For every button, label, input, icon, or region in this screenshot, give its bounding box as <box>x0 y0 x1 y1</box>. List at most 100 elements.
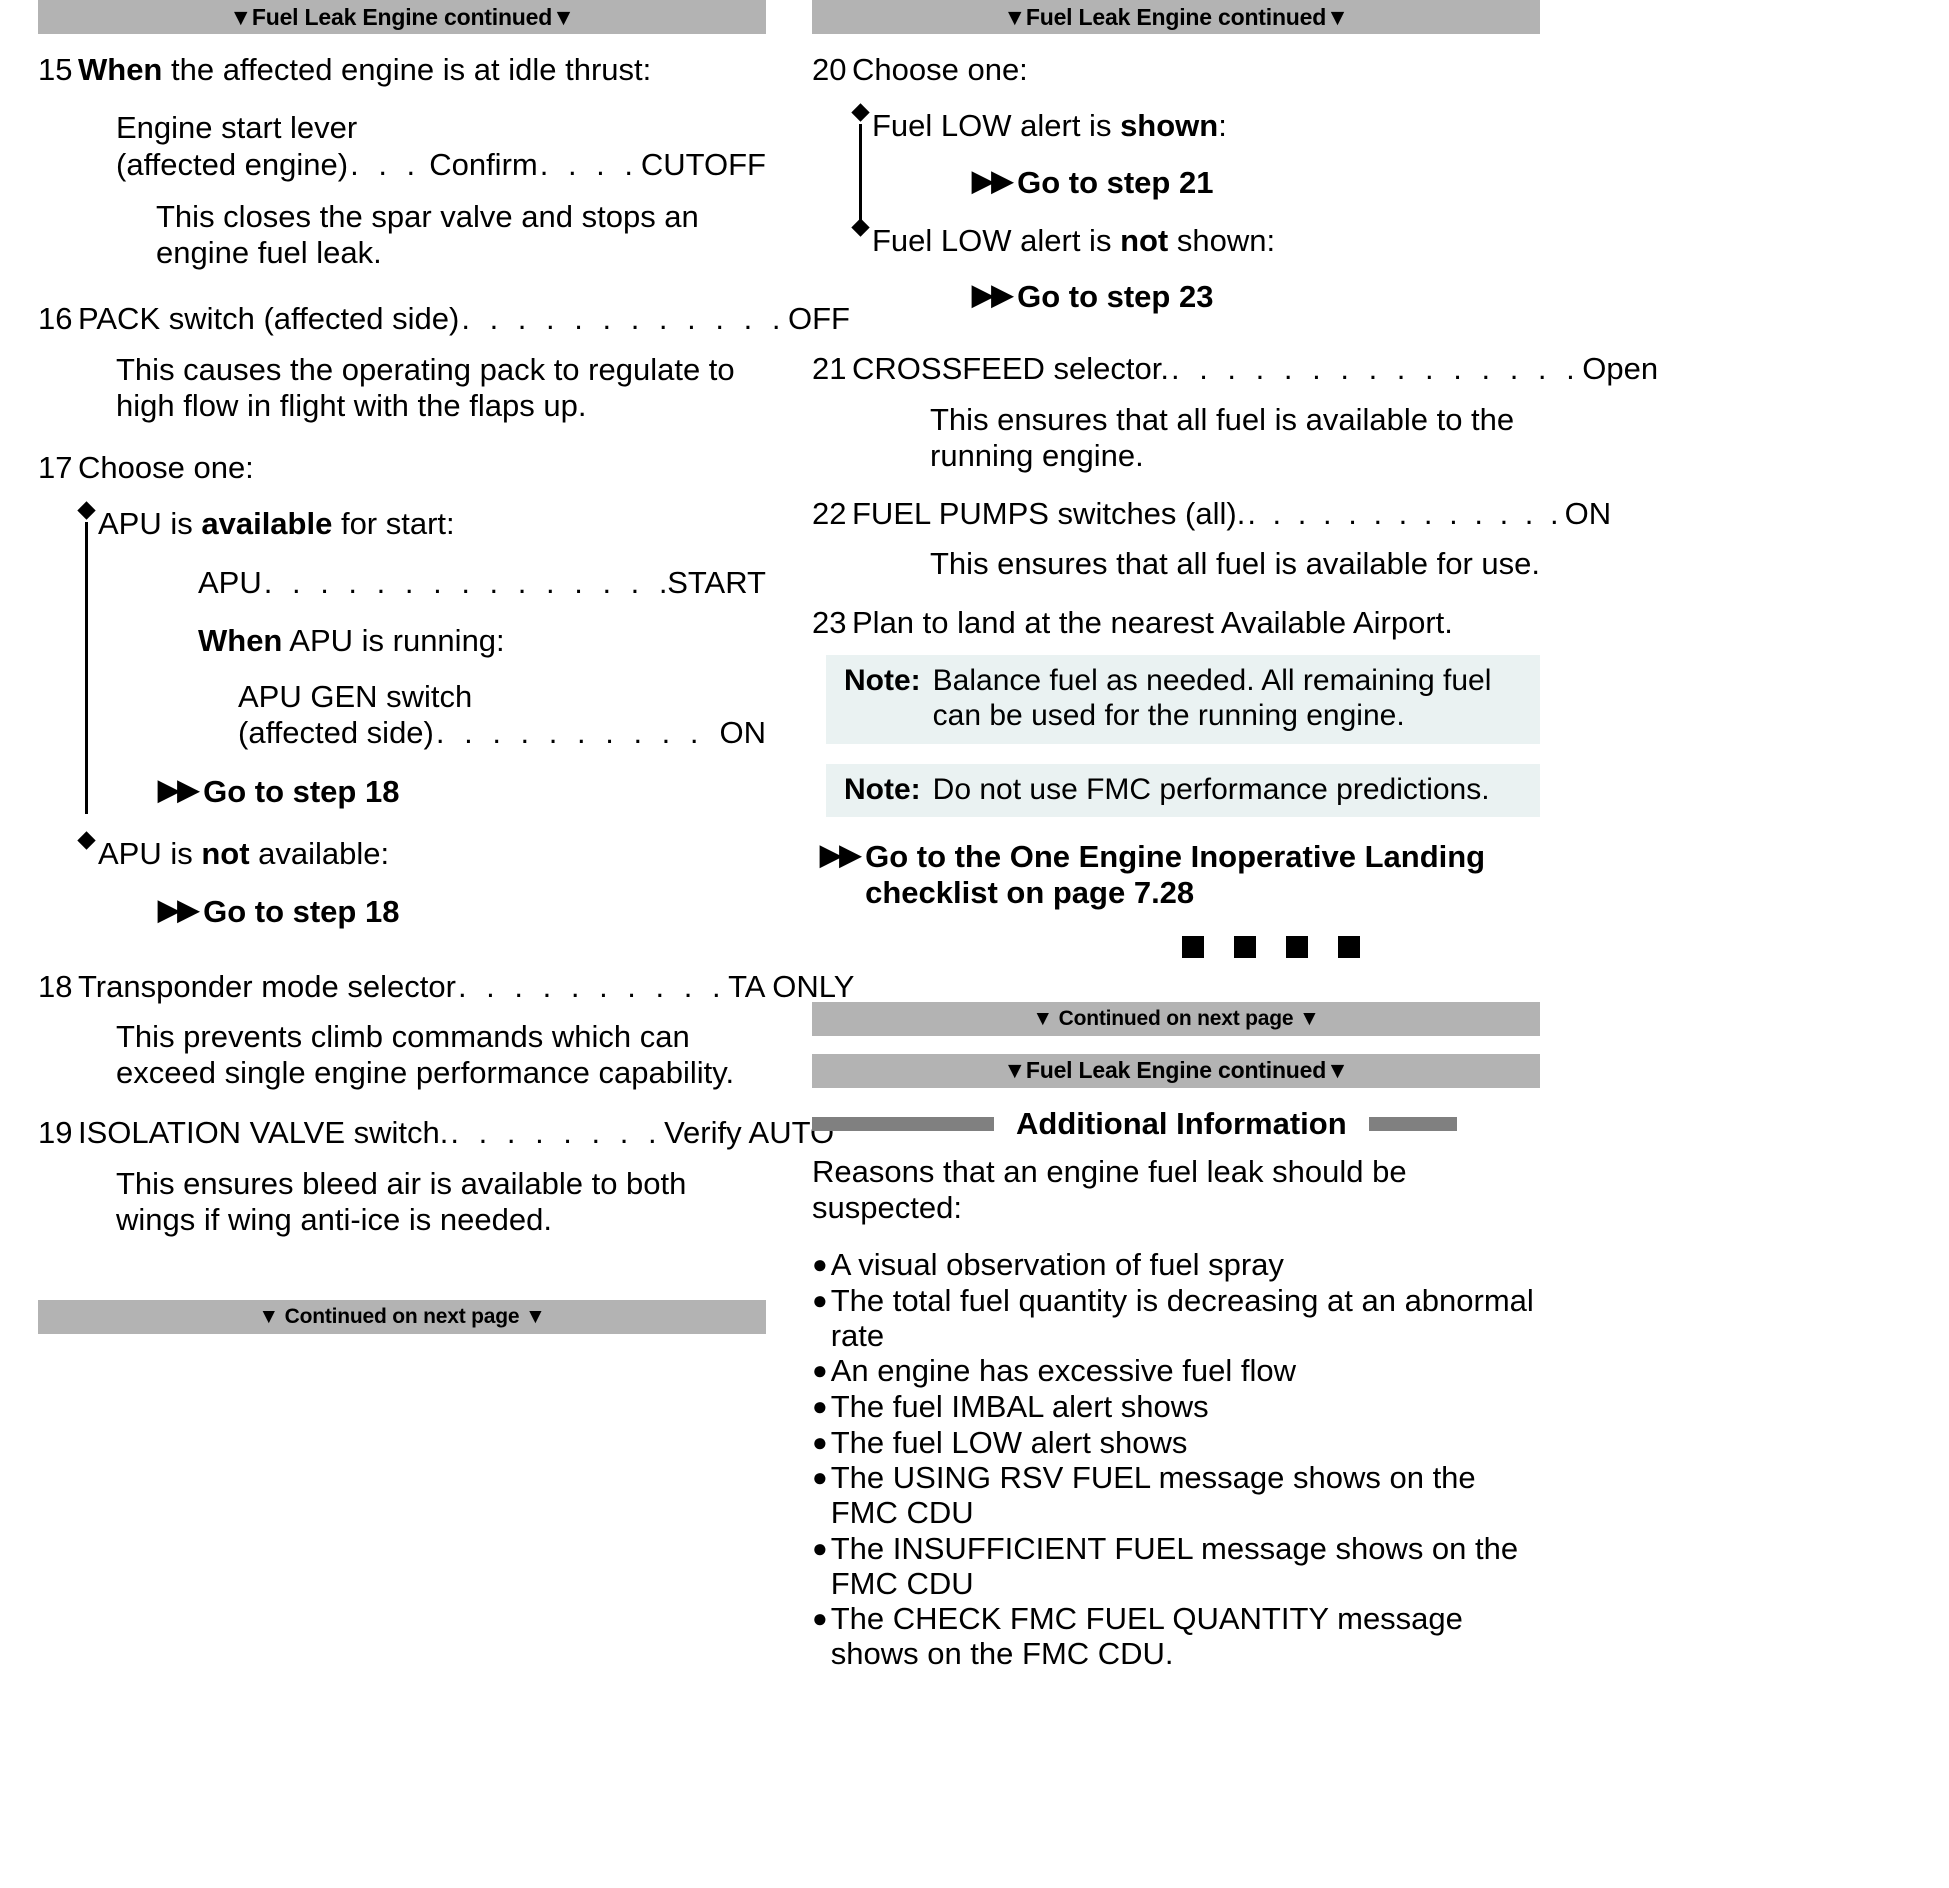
note-text: Balance fuel as needed. All remaining fu… <box>932 663 1492 733</box>
goto-label: Go to step 18 <box>203 894 400 930</box>
list-item-label: A visual observation of fuel spray <box>830 1247 1284 1283</box>
list-item: ● The INSUFFICIENT FUEL message shows on… <box>812 1530 1540 1601</box>
step-16: 16 PACK switch (affected side) . . . . .… <box>38 301 850 337</box>
branch-text-post: for start: <box>332 506 455 542</box>
sub2-label-line1: APU GEN switch <box>238 679 473 715</box>
branch-text-bold: not <box>1120 222 1169 258</box>
branch-text-pre: APU is <box>98 835 202 871</box>
branch-0-goto[interactable]: ▶▶ Go to step 21 <box>972 165 1540 201</box>
note-text: Do not use FMC performance predictions. <box>932 772 1490 806</box>
list-item: ● The USING RSV FUEL message shows on th… <box>812 1460 1540 1530</box>
step-value: Verify AUTO <box>664 1115 835 1151</box>
dot-leader: . . . . <box>350 146 429 182</box>
additional-information-title: Additional Information <box>1016 1105 1347 1141</box>
end-of-checklist-marks <box>1002 935 1540 958</box>
step-title-bold: When <box>78 52 163 87</box>
section-header-label: ▼Fuel Leak Engine continued▼ <box>229 3 575 30</box>
step-label: ISOLATION VALVE switch. <box>78 1115 449 1151</box>
end-square-icon <box>1234 935 1256 958</box>
step-18-explanation: This prevents climb commands which can e… <box>116 1018 735 1091</box>
step-20: 20 Choose one: <box>812 52 1540 88</box>
step-15: 15 When the affected engine is at idle t… <box>38 52 766 88</box>
bullet-icon: ● <box>812 1249 828 1280</box>
step-19-explanation: This ensures bleed air is available to b… <box>116 1165 687 1237</box>
step-number: 21 <box>812 351 847 387</box>
dot-leader-2: . . . . . <box>539 146 641 182</box>
note-box-2: Note: Do not use FMC performance predict… <box>826 763 1540 818</box>
step-label: Transponder mode selector <box>78 968 456 1004</box>
branch-text-pre: Fuel LOW alert is <box>872 222 1121 258</box>
action-value: CUTOFF <box>640 146 766 182</box>
step-15-explanation: This closes the spar valve and stops an … <box>156 198 699 271</box>
goto-label: Go to step 23 <box>1017 279 1214 315</box>
final-goto-line1: Go to the One Engine Inoperative Landing <box>865 839 1486 875</box>
diamond-bullet-icon <box>851 218 870 237</box>
end-square-icon <box>1286 935 1308 958</box>
additional-information-header: Additional Information <box>812 1106 1540 1142</box>
bullet-icon: ● <box>812 1391 828 1422</box>
list-item: ● The total fuel quantity is decreasing … <box>812 1283 1540 1353</box>
double-arrow-icon: ▶▶ <box>158 773 199 805</box>
step-23: 23 Plan to land at the nearest Available… <box>812 605 1540 641</box>
branch-1-goto[interactable]: ▶▶ Go to step 18 <box>158 894 766 930</box>
branch-option-apu-available: APU is available for start: <box>77 501 766 542</box>
branch-text-bold: available <box>201 506 333 542</box>
step-18: 18 Transponder mode selector . . . . . .… <box>38 968 854 1005</box>
branch-0-goto[interactable]: ▶▶ Go to step 18 <box>158 774 766 810</box>
step-title: Choose one: <box>852 52 1028 87</box>
final-goto-line2: checklist on page 7.28 <box>865 875 1195 911</box>
section-header-bar-right-2: ▼Fuel Leak Engine continued▼ <box>812 1053 1540 1088</box>
checklist-page: ▼Fuel Leak Engine continued▼ 15 When the… <box>0 0 1949 1888</box>
dot-leader: . . . . . . . . . . . . <box>435 715 720 751</box>
branch-text-post: : <box>1218 108 1227 144</box>
list-item: ● A visual observation of fuel spray <box>812 1247 1540 1283</box>
step-17-branches: APU is available for start: APU . . . . … <box>77 501 767 930</box>
continued-bar-left: ▼ Continued on next page ▼ <box>38 1300 766 1335</box>
action-middle: Confirm <box>429 146 538 182</box>
dot-leader: . . . . . . . . <box>450 1115 663 1151</box>
header-rule-right <box>1368 1116 1457 1131</box>
double-arrow-icon: ▶▶ <box>820 839 861 871</box>
when-bold: When <box>198 622 283 658</box>
step-title: Choose one: <box>78 450 254 486</box>
step-number: 17 <box>38 450 73 486</box>
double-arrow-icon: ▶▶ <box>158 894 199 926</box>
sub-action-value: START <box>667 564 766 600</box>
branch-option-apu-not-available: APU is not available: <box>77 831 766 872</box>
final-goto[interactable]: ▶▶ Go to the One Engine Inoperative Land… <box>820 839 1540 912</box>
list-item-label: The CHECK FMC FUEL QUANTITY message show… <box>830 1601 1463 1672</box>
continued-label: ▼ Continued on next page ▼ <box>1032 1006 1320 1030</box>
list-item-label: The fuel LOW alert shows <box>830 1424 1188 1460</box>
list-item: ● The fuel IMBAL alert shows <box>812 1389 1540 1425</box>
step-label: CROSSFEED selector. <box>852 351 1169 387</box>
branch-text-bold: not <box>201 835 250 871</box>
list-item-label: The INSUFFICIENT FUEL message shows on t… <box>830 1530 1519 1601</box>
branch-option-fuel-low-not-shown: Fuel LOW alert is not shown: <box>851 218 1540 259</box>
step-number: 18 <box>38 968 73 1004</box>
step-19: 19 ISOLATION VALVE switch. . . . . . . .… <box>38 1115 834 1151</box>
sub2-label-line2: (affected side) <box>238 715 434 751</box>
branch-0-when-clause: When APU is running: <box>198 623 766 659</box>
list-item: ● The CHECK FMC FUEL QUANTITY message sh… <box>812 1601 1540 1672</box>
step-number: 22 <box>812 496 847 532</box>
list-item-label: An engine has excessive fuel flow <box>830 1353 1296 1389</box>
bullet-icon: ● <box>812 1532 828 1563</box>
branch-1-goto[interactable]: ▶▶ Go to step 23 <box>972 279 1540 315</box>
note-label: Note: <box>844 772 921 806</box>
section-header-bar-left: ▼Fuel Leak Engine continued▼ <box>38 0 766 34</box>
branch-text-bold: shown <box>1120 108 1219 144</box>
bullet-icon: ● <box>812 1426 828 1457</box>
dot-leader: . . . . . . . . . . <box>457 968 727 1004</box>
branch-text-pre: Fuel LOW alert is <box>872 108 1121 144</box>
dot-leader: . . . . . . . . . . . . . . . <box>1170 351 1581 387</box>
branch-text-post: shown: <box>1168 222 1276 258</box>
note-label: Note: <box>844 663 921 697</box>
step-title: Plan to land at the nearest Available Ai… <box>852 604 1453 640</box>
sub2-value: ON <box>719 715 767 751</box>
goto-label: Go to step 18 <box>203 773 400 809</box>
step-number: 16 <box>38 301 73 337</box>
bullet-icon: ● <box>812 1355 828 1386</box>
end-square-icon <box>1338 935 1360 958</box>
step-21: 21 CROSSFEED selector. . . . . . . . . .… <box>812 351 1658 387</box>
step-22: 22 FUEL PUMPS switches (all). . . . . . … <box>812 496 1611 532</box>
